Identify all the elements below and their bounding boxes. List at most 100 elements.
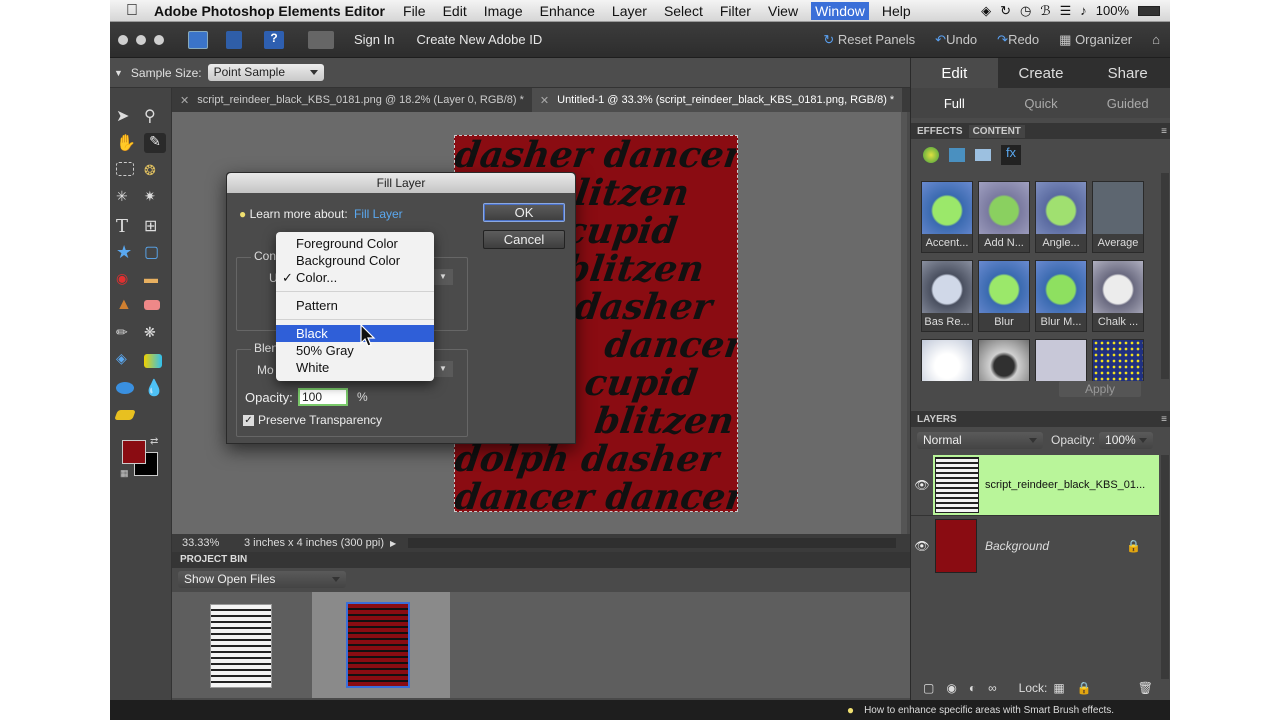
effect-average[interactable]: Average — [1092, 181, 1144, 253]
tab-full[interactable]: Full — [911, 88, 998, 118]
battery-percent[interactable]: 100% — [1096, 3, 1129, 18]
mode-select-arrow[interactable]: ▼ — [433, 361, 453, 377]
reset-panels-button[interactable]: ↻ Reset Panels — [823, 32, 915, 48]
link-icon[interactable]: ∞ — [988, 681, 997, 695]
eraser-tool-icon[interactable] — [144, 300, 160, 310]
home-icon[interactable]: ⌂ — [1152, 32, 1160, 47]
adjustment-layer-icon[interactable]: ◉ — [946, 681, 956, 695]
effect-row3-b[interactable] — [978, 339, 1030, 381]
type-tool-icon[interactable]: T — [116, 216, 138, 237]
menu-item-pattern[interactable]: Pattern — [276, 297, 434, 314]
shape-tool-icon[interactable] — [116, 382, 134, 394]
effects-scrollbar[interactable] — [1161, 173, 1169, 379]
panel-menu-icon[interactable]: ≡ — [1161, 126, 1167, 137]
lasso-tool-icon[interactable]: ❂ — [144, 162, 166, 182]
opacity-input[interactable]: 100 — [298, 388, 348, 406]
clone-stamp-tool-icon[interactable]: ▲ — [116, 296, 138, 316]
cookie-cutter-tool-icon[interactable]: ★ — [116, 242, 138, 262]
close-tab-icon[interactable]: ✕ — [180, 94, 189, 107]
blend-mode-select[interactable]: Normal — [917, 431, 1043, 449]
brush-tool-icon[interactable]: ✏ — [116, 324, 138, 344]
effect-row3-d[interactable] — [1092, 339, 1144, 381]
marquee-tool-icon[interactable] — [116, 162, 134, 176]
hint-text[interactable]: How to enhance specific areas with Smart… — [864, 705, 1114, 716]
menu-item-foreground-color[interactable]: Foreground Color — [276, 235, 434, 252]
crop-tool-icon[interactable]: ⊞ — [144, 216, 166, 236]
effect-add-noise[interactable]: Add N... — [978, 181, 1030, 253]
undo-button[interactable]: ↶Undo — [935, 32, 977, 48]
visibility-eye-icon[interactable]: 👁 — [911, 539, 933, 553]
tab-reindeer-document[interactable]: ✕ script_reindeer_black_KBS_0181.png @ 18… — [172, 88, 532, 112]
zoom-window-button[interactable] — [154, 34, 164, 45]
menu-select[interactable]: Select — [664, 3, 703, 19]
effect-bas-relief[interactable]: Bas Re... — [921, 260, 973, 332]
help-icon[interactable]: ? — [264, 30, 284, 49]
status-arrow-icon[interactable]: ▶ — [390, 539, 396, 548]
apple-icon[interactable]:  — [110, 2, 154, 20]
organizer-button[interactable]: ▦ Organizer — [1059, 32, 1132, 48]
menu-item-background-color[interactable]: Background Color — [276, 252, 434, 269]
layers-opacity-select[interactable]: 100% — [1099, 431, 1154, 449]
bin-thumbnail-reindeer[interactable] — [210, 604, 272, 688]
layers-menu-icon[interactable]: ≡ — [1161, 414, 1167, 425]
menu-file[interactable]: File — [403, 3, 426, 19]
use-select-arrow[interactable]: ▼ — [433, 269, 453, 285]
effect-blur[interactable]: Blur — [978, 260, 1030, 332]
layer-name[interactable]: Background — [985, 539, 1049, 553]
time-machine-icon[interactable]: ◷ — [1020, 3, 1031, 19]
menu-layer[interactable]: Layer — [612, 3, 647, 19]
menu-edit[interactable]: Edit — [443, 3, 467, 19]
menu-item-black[interactable]: Black — [276, 325, 434, 342]
minimize-window-button[interactable] — [136, 34, 146, 45]
sync-icon[interactable]: ↻ — [1000, 3, 1011, 19]
ok-button[interactable]: OK — [483, 203, 565, 222]
close-tab-icon[interactable]: ✕ — [540, 94, 549, 107]
menu-filter[interactable]: Filter — [720, 3, 751, 19]
app-name-menu[interactable]: Adobe Photoshop Elements Editor — [154, 3, 385, 19]
sign-in-link[interactable]: Sign In — [354, 32, 394, 47]
straighten-tool-icon[interactable]: ▢ — [144, 242, 166, 262]
bluetooth-icon[interactable]: ℬ — [1040, 3, 1050, 19]
menu-image[interactable]: Image — [484, 3, 523, 19]
bin-thumbnail-untitled[interactable] — [346, 602, 410, 688]
delete-layer-icon[interactable]: 🗑 — [1138, 681, 1153, 695]
mask-icon[interactable]: ◐ — [969, 681, 976, 695]
blur-tool-icon[interactable]: 💧 — [144, 378, 166, 398]
menu-window[interactable]: Window — [811, 1, 869, 20]
cancel-button[interactable]: Cancel — [483, 230, 565, 249]
layer-row-background[interactable]: 👁 Background 🔒 — [911, 515, 1159, 575]
hand-tool-icon[interactable]: ✋ — [116, 133, 138, 153]
preserve-checkbox[interactable]: ✓ — [243, 414, 254, 426]
redo-button[interactable]: ↷Redo — [997, 32, 1039, 48]
effect-row3-c[interactable] — [1035, 339, 1087, 381]
layer-name[interactable]: script_reindeer_black_KBS_01... — [985, 479, 1145, 491]
tab-content[interactable]: CONTENT — [968, 124, 1025, 138]
move-tool-icon[interactable]: ➤ — [116, 106, 138, 126]
gradient-tool-icon[interactable] — [144, 354, 162, 368]
wifi-icon[interactable]: ☰ — [1060, 3, 1072, 19]
layer-styles-icon[interactable] — [949, 148, 965, 162]
tab-untitled-document[interactable]: ✕ Untitled-1 @ 33.3% (script_reindeer_bla… — [531, 88, 903, 112]
filters-icon[interactable] — [923, 147, 939, 163]
apply-button[interactable]: Apply — [1059, 381, 1141, 397]
quick-selection-tool-icon[interactable]: ✷ — [144, 188, 166, 208]
preserve-transparency-row[interactable]: ✓ Preserve Transparency — [243, 413, 382, 427]
learn-more-link[interactable]: Fill Layer — [354, 207, 403, 221]
healing-brush-tool-icon[interactable]: ▬ — [144, 270, 166, 290]
lock-all-icon[interactable]: 🔒 — [1077, 681, 1092, 695]
tab-create[interactable]: Create — [998, 58, 1085, 88]
visibility-eye-icon[interactable]: 👁 — [911, 455, 933, 515]
lock-transparent-icon[interactable]: ▦ — [1053, 681, 1064, 695]
horizontal-scrollbar[interactable] — [408, 538, 896, 548]
layers-scrollbar[interactable] — [1161, 455, 1169, 679]
tab-quick[interactable]: Quick — [998, 88, 1085, 118]
extras-icon[interactable]: ◈ — [981, 3, 991, 19]
show-open-files-select[interactable]: Show Open Files — [178, 571, 346, 588]
options-menu-icon[interactable]: ▼ — [114, 68, 123, 78]
battery-icon[interactable] — [1138, 5, 1160, 16]
menu-item-white[interactable]: White — [276, 359, 434, 376]
sample-size-select[interactable]: Point Sample — [207, 64, 324, 81]
create-adobe-id-link[interactable]: Create New Adobe ID — [416, 32, 542, 47]
menu-item-50-gray[interactable]: 50% Gray — [276, 342, 434, 359]
canvas-scrollbar[interactable] — [901, 112, 907, 534]
